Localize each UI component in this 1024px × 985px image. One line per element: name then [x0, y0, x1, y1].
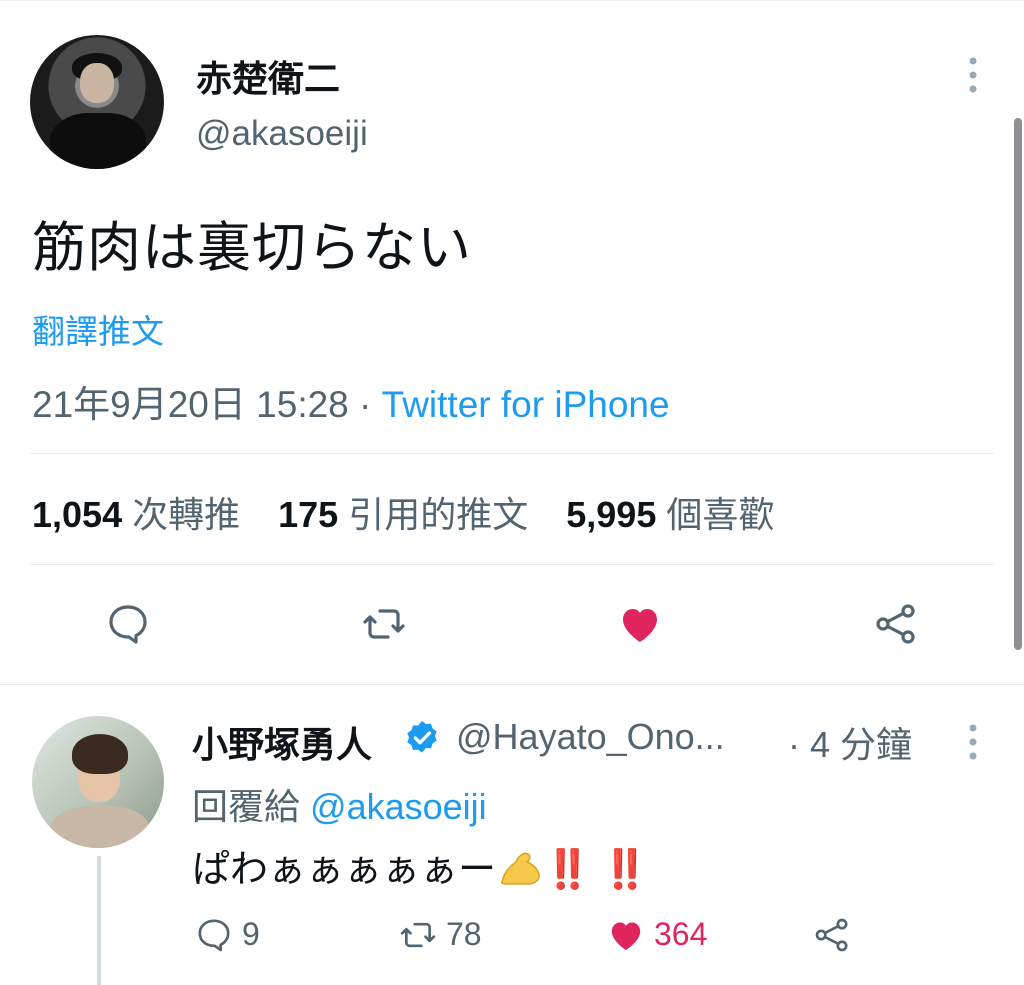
retweet-count: 78 — [446, 916, 482, 953]
reply-author-name[interactable]: 小野塚勇人 — [192, 716, 372, 768]
tweet-meta: 21年9月20日 15:28 · Twitter for iPhone — [32, 374, 670, 428]
reply-more-options-icon[interactable] — [966, 722, 980, 762]
meta-separator: · — [348, 384, 382, 425]
retweets-stat[interactable]: 1,054 次轉推 — [32, 494, 240, 535]
flexed-biceps-icon — [496, 848, 544, 888]
reply-retweet-button[interactable]: 78 — [398, 914, 482, 958]
tweet-text: 筋肉は裏切らない — [32, 218, 472, 278]
author-avatar[interactable] — [30, 35, 164, 169]
retweet-icon[interactable] — [360, 600, 408, 648]
reply-time[interactable]: · 4 分鐘 — [788, 716, 912, 768]
divider — [30, 564, 994, 565]
share-icon[interactable] — [872, 600, 920, 648]
reply-author-handle[interactable]: @Hayato_Ono... — [456, 716, 725, 758]
quotes-stat[interactable]: 175 引用的推文 — [278, 494, 528, 535]
exclamation-icons: ‼️ ‼️ — [544, 849, 650, 891]
reply-reply-button[interactable]: 9 — [194, 914, 260, 958]
reply-share-button[interactable] — [812, 914, 852, 958]
reply-text-body: ぱわぁぁぁぁぁー — [192, 849, 497, 891]
like-icon-filled[interactable] — [616, 600, 664, 648]
verified-badge-icon — [402, 718, 442, 758]
scrollbar[interactable] — [1014, 118, 1022, 650]
divider — [30, 453, 994, 454]
top-divider — [0, 0, 1024, 1]
thread-line — [97, 856, 101, 985]
replying-to: 回覆給 @akasoeiji — [192, 778, 487, 830]
translate-link[interactable]: 翻譯推文 — [32, 305, 164, 353]
reply-icon[interactable] — [104, 600, 152, 648]
reply-author-avatar[interactable] — [32, 716, 164, 848]
reply-to-mention[interactable]: @akasoeiji — [310, 786, 487, 827]
reply-count: 9 — [242, 916, 260, 953]
divider — [0, 684, 1024, 685]
author-handle[interactable]: @akasoeiji — [196, 114, 368, 154]
tweet-timestamp[interactable]: 21年9月20日 15:28 — [32, 384, 349, 425]
reply-prefix: 回覆給 — [192, 786, 301, 827]
more-options-icon[interactable] — [966, 55, 980, 95]
tweet-source-link[interactable]: Twitter for iPhone — [382, 384, 670, 425]
reply-like-button[interactable]: 364 — [606, 914, 707, 958]
tweet-stats: 1,054 次轉推 175 引用的推文 5,995 個喜歡 — [32, 486, 774, 538]
likes-stat[interactable]: 5,995 個喜歡 — [566, 494, 774, 535]
like-count: 364 — [654, 916, 708, 953]
author-name[interactable]: 赤楚衛二 — [196, 50, 340, 102]
reply-text: ぱわぁぁぁぁぁー ‼️ ‼️ — [192, 838, 649, 893]
